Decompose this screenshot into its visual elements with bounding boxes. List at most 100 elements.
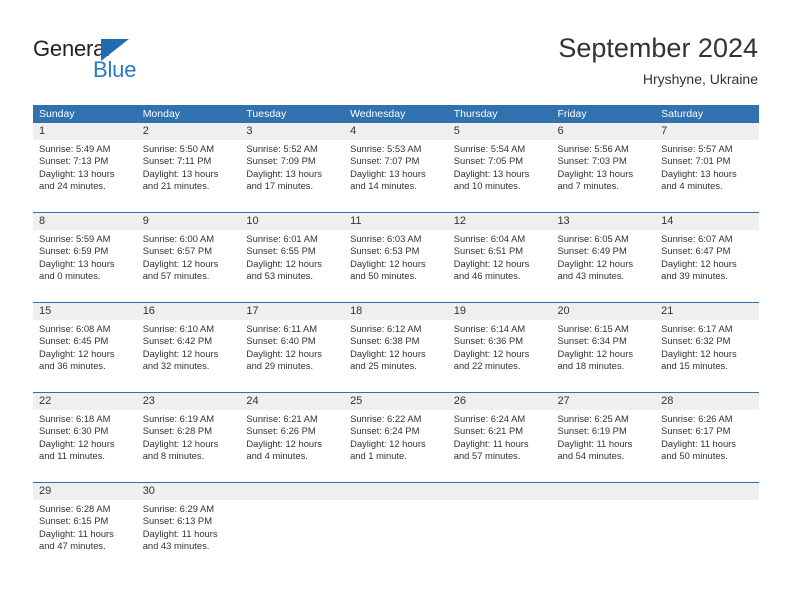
day-cell[interactable]: Sunrise: 6:18 AM Sunset: 6:30 PM Dayligh… [33, 410, 137, 475]
daylight-text2: and 17 minutes. [246, 180, 314, 192]
daylight-text2: and 43 minutes. [557, 270, 625, 282]
daylight-text2: and 57 minutes. [142, 270, 210, 282]
day-cell[interactable]: Sunrise: 6:11 AM Sunset: 6:40 PM Dayligh… [240, 320, 345, 385]
day-detail-row: Sunrise: 5:49 AM Sunset: 7:13 PM Dayligh… [33, 140, 759, 205]
day-number[interactable]: 23 [136, 393, 241, 410]
sunrise-text: Sunrise: 6:21 AM [246, 413, 318, 424]
day-number[interactable]: 11 [344, 213, 448, 230]
day-number-empty [240, 483, 345, 500]
sunset-text: Sunset: 6:40 PM [246, 335, 316, 347]
day-number[interactable]: 19 [447, 303, 552, 320]
day-cell-empty [344, 500, 448, 565]
weekday-header-row: Sunday Monday Tuesday Wednesday Thursday… [33, 105, 759, 123]
day-cell[interactable]: Sunrise: 6:05 AM Sunset: 6:49 PM Dayligh… [551, 230, 656, 295]
daylight-text: Daylight: 13 hours [39, 257, 115, 269]
day-cell[interactable]: Sunrise: 6:10 AM Sunset: 6:42 PM Dayligh… [136, 320, 241, 385]
sunrise-text: Sunrise: 6:04 AM [453, 233, 526, 244]
sunrise-text: Sunrise: 6:19 AM [142, 413, 215, 424]
day-cell[interactable]: Sunrise: 6:24 AM Sunset: 6:21 PM Dayligh… [447, 410, 552, 475]
day-cell[interactable]: Sunrise: 6:07 AM Sunset: 6:47 PM Dayligh… [655, 230, 759, 295]
sunrise-text: Sunrise: 6:29 AM [142, 503, 215, 514]
sunset-text: Sunset: 6:59 PM [39, 245, 109, 257]
day-cell[interactable]: Sunrise: 6:14 AM Sunset: 6:36 PM Dayligh… [447, 320, 552, 385]
day-cell[interactable]: Sunrise: 6:01 AM Sunset: 6:55 PM Dayligh… [240, 230, 345, 295]
day-number[interactable]: 6 [551, 123, 656, 140]
day-number[interactable]: 20 [551, 303, 656, 320]
day-number[interactable]: 22 [33, 393, 137, 410]
day-number[interactable]: 8 [33, 213, 137, 230]
day-cell[interactable]: Sunrise: 6:08 AM Sunset: 6:45 PM Dayligh… [33, 320, 137, 385]
day-number[interactable]: 30 [136, 483, 241, 500]
day-number[interactable]: 2 [136, 123, 241, 140]
day-number[interactable]: 27 [551, 393, 656, 410]
day-cell[interactable]: Sunrise: 6:15 AM Sunset: 6:34 PM Dayligh… [551, 320, 656, 385]
day-cell[interactable]: Sunrise: 6:12 AM Sunset: 6:38 PM Dayligh… [344, 320, 448, 385]
day-cell[interactable]: Sunrise: 6:03 AM Sunset: 6:53 PM Dayligh… [344, 230, 448, 295]
sunrise-text: Sunrise: 5:49 AM [39, 143, 111, 154]
day-number[interactable]: 10 [240, 213, 345, 230]
title-block: September 2024 Hryshyne, Ukraine [558, 32, 758, 89]
day-number[interactable]: 28 [655, 393, 759, 410]
day-number[interactable]: 24 [240, 393, 345, 410]
day-number-row: 29 30 [33, 483, 759, 500]
daylight-text: Daylight: 12 hours [39, 437, 115, 449]
day-number[interactable]: 12 [447, 213, 552, 230]
day-number[interactable]: 21 [655, 303, 759, 320]
day-cell[interactable]: Sunrise: 5:50 AM Sunset: 7:11 PM Dayligh… [136, 140, 241, 205]
daylight-text: Daylight: 12 hours [453, 257, 530, 269]
day-number[interactable]: 1 [33, 123, 137, 140]
day-cell[interactable]: Sunrise: 5:59 AM Sunset: 6:59 PM Dayligh… [33, 230, 137, 295]
day-cell[interactable]: Sunrise: 5:49 AM Sunset: 7:13 PM Dayligh… [33, 140, 137, 205]
calendar-week-row: 8 9 10 11 12 13 14 Sunrise: 5:59 AM Suns… [33, 212, 759, 295]
day-number[interactable]: 26 [447, 393, 552, 410]
calendar-week-row: 29 30 Sunrise: 6:28 AM Sunset: 6:15 PM D… [33, 482, 759, 565]
day-cell[interactable]: Sunrise: 6:19 AM Sunset: 6:28 PM Dayligh… [136, 410, 241, 475]
sunrise-text: Sunrise: 6:00 AM [142, 233, 215, 244]
day-number[interactable]: 16 [136, 303, 241, 320]
day-cell[interactable]: Sunrise: 6:22 AM Sunset: 6:24 PM Dayligh… [344, 410, 448, 475]
daylight-text2: and 11 minutes. [39, 450, 106, 462]
general-blue-logo[interactable]: General Blue [33, 36, 173, 88]
calendar-week-row: 15 16 17 18 19 20 21 Sunrise: 6:08 AM Su… [33, 302, 759, 385]
day-number[interactable]: 17 [240, 303, 345, 320]
day-number[interactable]: 5 [447, 123, 552, 140]
day-cell[interactable]: Sunrise: 6:25 AM Sunset: 6:19 PM Dayligh… [551, 410, 656, 475]
day-number-empty [344, 483, 448, 500]
sunrise-text: Sunrise: 6:05 AM [557, 233, 629, 244]
day-cell[interactable]: Sunrise: 6:04 AM Sunset: 6:51 PM Dayligh… [447, 230, 552, 295]
day-cell[interactable]: Sunrise: 6:21 AM Sunset: 6:26 PM Dayligh… [240, 410, 345, 475]
day-cell[interactable]: Sunrise: 6:00 AM Sunset: 6:57 PM Dayligh… [136, 230, 241, 295]
sunrise-text: Sunrise: 6:26 AM [661, 413, 733, 424]
day-number[interactable]: 14 [655, 213, 759, 230]
sunset-text: Sunset: 6:21 PM [453, 425, 524, 437]
day-cell[interactable]: Sunrise: 6:28 AM Sunset: 6:15 PM Dayligh… [33, 500, 137, 565]
sunset-text: Sunset: 7:05 PM [453, 155, 524, 167]
day-cell[interactable]: Sunrise: 5:53 AM Sunset: 7:07 PM Dayligh… [344, 140, 448, 205]
day-number[interactable]: 3 [240, 123, 345, 140]
day-number[interactable]: 9 [136, 213, 241, 230]
day-number[interactable]: 25 [344, 393, 448, 410]
sunset-text: Sunset: 7:03 PM [557, 155, 627, 167]
day-number[interactable]: 13 [551, 213, 656, 230]
daylight-text: Daylight: 12 hours [142, 437, 219, 449]
day-cell[interactable]: Sunrise: 5:54 AM Sunset: 7:05 PM Dayligh… [447, 140, 552, 205]
day-cell[interactable]: Sunrise: 5:52 AM Sunset: 7:09 PM Dayligh… [240, 140, 345, 205]
sunrise-text: Sunrise: 6:28 AM [39, 503, 111, 514]
daylight-text2: and 43 minutes. [142, 540, 210, 552]
day-cell[interactable]: Sunrise: 6:26 AM Sunset: 6:17 PM Dayligh… [655, 410, 759, 475]
sunset-text: Sunset: 6:42 PM [142, 335, 212, 347]
sunset-text: Sunset: 6:28 PM [142, 425, 212, 437]
day-number[interactable]: 18 [344, 303, 448, 320]
sunset-text: Sunset: 6:15 PM [39, 515, 109, 527]
day-number[interactable]: 15 [33, 303, 137, 320]
daylight-text2: and 57 minutes. [453, 450, 521, 462]
day-cell[interactable]: Sunrise: 6:29 AM Sunset: 6:13 PM Dayligh… [136, 500, 241, 565]
day-cell[interactable]: Sunrise: 6:17 AM Sunset: 6:32 PM Dayligh… [655, 320, 759, 385]
day-cell[interactable]: Sunrise: 5:57 AM Sunset: 7:01 PM Dayligh… [655, 140, 759, 205]
day-cell[interactable]: Sunrise: 5:56 AM Sunset: 7:03 PM Dayligh… [551, 140, 656, 205]
sunset-text: Sunset: 7:07 PM [350, 155, 420, 167]
day-number[interactable]: 4 [344, 123, 448, 140]
day-number[interactable]: 29 [33, 483, 137, 500]
day-number[interactable]: 7 [655, 123, 759, 140]
daylight-text: Daylight: 12 hours [350, 437, 426, 449]
